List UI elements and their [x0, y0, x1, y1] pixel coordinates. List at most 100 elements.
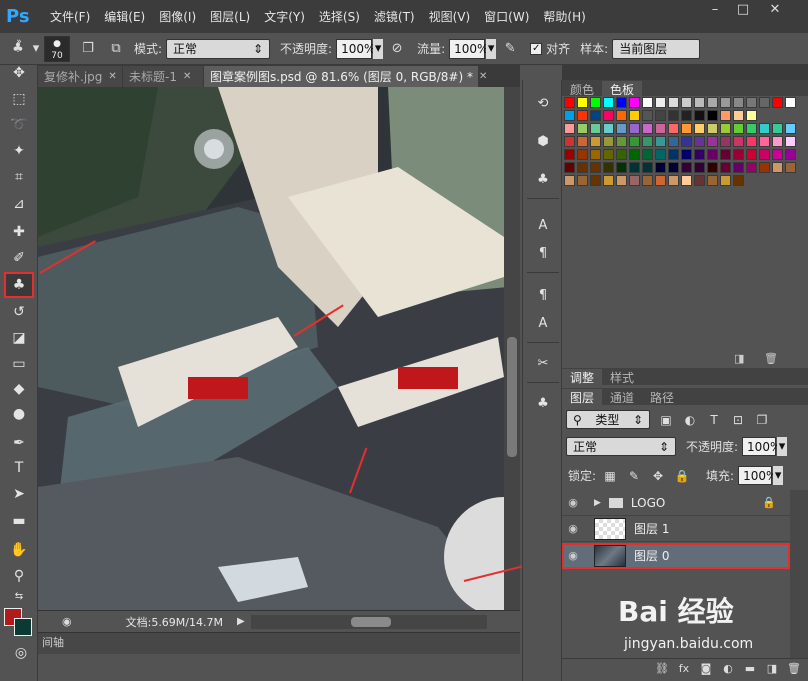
color-swatch[interactable]: [577, 123, 588, 134]
color-swatch[interactable]: [616, 110, 627, 121]
color-swatch[interactable]: [642, 97, 653, 108]
color-swatch[interactable]: [720, 136, 731, 147]
color-swatch[interactable]: [616, 149, 627, 160]
color-swatch[interactable]: [785, 97, 796, 108]
opacity-dropdown-icon[interactable]: ▾: [777, 437, 788, 456]
color-swatch[interactable]: [577, 136, 588, 147]
fill-input[interactable]: 100%: [738, 466, 777, 485]
color-swatch[interactable]: [733, 175, 744, 186]
color-swatch[interactable]: [681, 97, 692, 108]
character-styles-icon[interactable]: A: [531, 312, 555, 334]
color-swatch[interactable]: [616, 97, 627, 108]
color-swatch[interactable]: [772, 136, 783, 147]
mode-select[interactable]: 正常 ⇕: [166, 38, 271, 59]
crop-tool-icon[interactable]: ⌗: [6, 166, 32, 188]
tab-styles[interactable]: 样式: [602, 369, 642, 385]
minimize-button[interactable]: –: [702, 0, 728, 22]
tab-doc-1[interactable]: 复修补.jpg ✕: [38, 66, 122, 87]
close-button[interactable]: ✕: [762, 0, 788, 22]
color-swatch[interactable]: [642, 162, 653, 173]
color-swatch[interactable]: [720, 149, 731, 160]
tab-color[interactable]: 颜色: [562, 81, 602, 97]
color-swatch[interactable]: [603, 175, 614, 186]
menu-select[interactable]: 选择(S): [319, 8, 360, 25]
type-tool-icon[interactable]: T: [6, 457, 32, 479]
color-swatch[interactable]: [655, 110, 666, 121]
color-swatch[interactable]: [577, 175, 588, 186]
color-swatch[interactable]: [681, 123, 692, 134]
color-swatch[interactable]: [733, 149, 744, 160]
color-swatch[interactable]: [564, 175, 575, 186]
layer-opacity-input[interactable]: 100%: [742, 437, 781, 456]
color-swatch[interactable]: [746, 162, 757, 173]
zoom-tool-icon[interactable]: ⚲: [6, 565, 32, 587]
color-swatch[interactable]: [681, 175, 692, 186]
fill-dropdown-icon[interactable]: ▾: [773, 466, 784, 485]
tab-adjustments[interactable]: 调整: [562, 369, 603, 385]
actions-panel-icon[interactable]: ⬢: [531, 130, 555, 152]
color-swatch[interactable]: [616, 175, 627, 186]
quick-mask-icon[interactable]: ◎: [8, 642, 34, 664]
color-swatch[interactable]: [707, 110, 718, 121]
color-swatch[interactable]: [694, 175, 705, 186]
eye-icon[interactable]: ◉: [562, 549, 584, 562]
align-checkbox[interactable]: ✓: [530, 42, 543, 55]
close-icon[interactable]: ✕: [108, 71, 116, 82]
clone-stamp-tool-icon[interactable]: ♣: [4, 272, 34, 298]
new-layer-icon[interactable]: ◨: [764, 662, 780, 678]
scrollbar-thumb[interactable]: [350, 616, 391, 627]
background-color-swatch[interactable]: [14, 618, 32, 636]
color-swatch[interactable]: [759, 97, 770, 108]
blend-mode-select[interactable]: 正常 ⇕: [566, 437, 676, 456]
lasso-tool-icon[interactable]: ➰: [6, 114, 32, 136]
close-icon[interactable]: ✕: [479, 71, 487, 82]
color-swatch[interactable]: [590, 175, 601, 186]
color-swatch[interactable]: [694, 149, 705, 160]
collapse-icon[interactable]: »: [6, 37, 32, 47]
menu-layer[interactable]: 图层(L): [210, 8, 250, 25]
tab-layers[interactable]: 图层: [562, 389, 603, 405]
color-swatch[interactable]: [590, 149, 601, 160]
color-swatch[interactable]: [642, 123, 653, 134]
color-swatch[interactable]: [772, 162, 783, 173]
color-swatch[interactable]: [655, 162, 666, 173]
tab-swatches[interactable]: 色板: [602, 81, 643, 97]
filter-adjustment-icon[interactable]: ◐: [682, 412, 698, 428]
sample-select[interactable]: 当前图层: [612, 38, 701, 59]
color-swatch[interactable]: [603, 149, 614, 160]
color-swatch[interactable]: [564, 162, 575, 173]
layer-row-logo[interactable]: ◉ ▶ LOGO 🔒: [562, 490, 790, 516]
color-swatch[interactable]: [746, 136, 757, 147]
menu-filter[interactable]: 滤镜(T): [374, 8, 415, 25]
color-swatch[interactable]: [772, 97, 783, 108]
color-swatch[interactable]: [759, 162, 770, 173]
new-group-icon[interactable]: ▬: [742, 662, 758, 678]
color-swatch[interactable]: [577, 149, 588, 160]
filter-smart-object-icon[interactable]: ❐: [754, 412, 770, 428]
color-swatch[interactable]: [720, 162, 731, 173]
color-swatch[interactable]: [577, 110, 588, 121]
tab-channels[interactable]: 通道: [602, 389, 642, 405]
color-swatch[interactable]: [655, 175, 666, 186]
zoom-readout[interactable]: [40, 614, 62, 630]
color-swatch[interactable]: [603, 123, 614, 134]
dodge-tool-icon[interactable]: ●: [6, 403, 32, 425]
color-swatch[interactable]: [564, 136, 575, 147]
healing-brush-tool-icon[interactable]: ✚: [6, 221, 32, 243]
gradient-tool-icon[interactable]: ▭: [6, 353, 32, 375]
history-panel-icon[interactable]: ⟲: [531, 92, 555, 114]
color-swatch[interactable]: [603, 162, 614, 173]
trash-icon[interactable]: 🗑: [764, 352, 778, 365]
color-swatch[interactable]: [707, 149, 718, 160]
color-swatch[interactable]: [694, 136, 705, 147]
color-swatch[interactable]: [733, 162, 744, 173]
color-swatch[interactable]: [746, 149, 757, 160]
color-swatch[interactable]: [629, 136, 640, 147]
color-swatch[interactable]: [642, 175, 653, 186]
layer-filter-select[interactable]: ⚲ 类型 ⇕: [566, 410, 650, 429]
color-swatch[interactable]: [785, 123, 796, 134]
color-swatch[interactable]: [785, 162, 796, 173]
color-swatch[interactable]: [564, 123, 575, 134]
color-swatch[interactable]: [655, 123, 666, 134]
eyedropper-tool-icon[interactable]: ⊿: [6, 193, 32, 215]
